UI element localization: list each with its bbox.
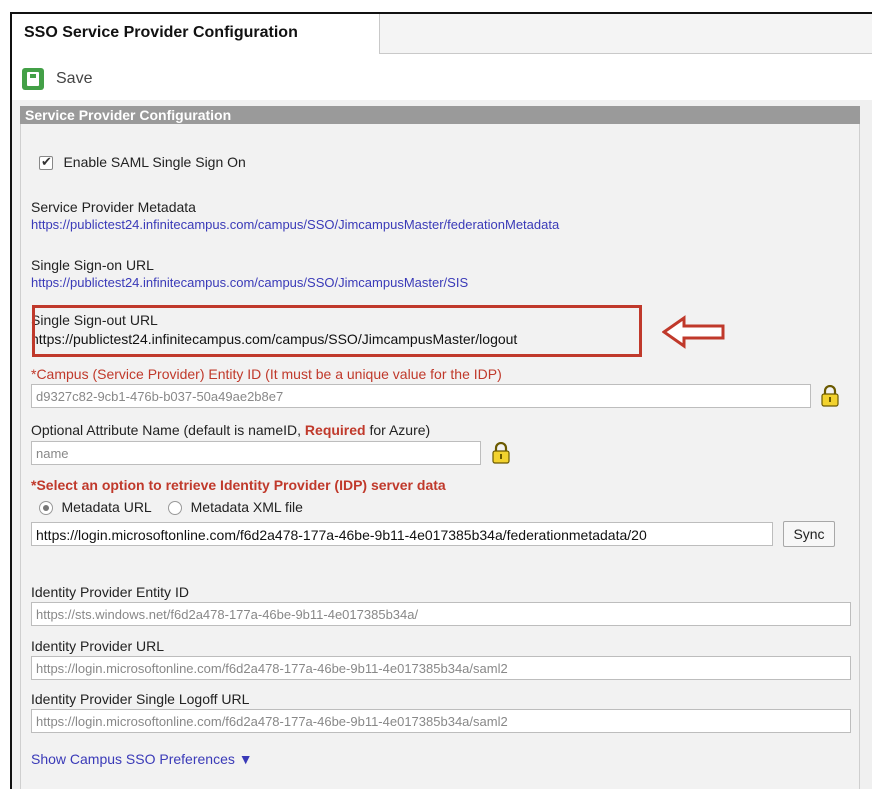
metadata-url-radio[interactable] bbox=[39, 500, 53, 515]
idp-url-field[interactable]: https://login.microsoftonline.com/f6d2a4… bbox=[31, 656, 851, 680]
idp-logoff-url-field[interactable]: https://login.microsoftonline.com/f6d2a4… bbox=[31, 709, 851, 733]
attr-name-field[interactable]: name bbox=[31, 441, 481, 465]
sync-button[interactable]: Sync bbox=[783, 521, 835, 547]
lock-icon bbox=[492, 442, 510, 464]
entity-id-field[interactable]: d9327c82-9cb1-476b-b037-50a49ae2b8e7 bbox=[31, 384, 811, 408]
attr-name-label-text: Optional Attribute Name (default is name… bbox=[31, 422, 305, 438]
sso-url-label: Single Sign-on URL bbox=[31, 257, 154, 273]
save-button[interactable]: Save bbox=[22, 66, 92, 92]
section-header: Service Provider Configuration bbox=[20, 106, 860, 124]
attr-name-label: Optional Attribute Name (default is name… bbox=[31, 422, 430, 438]
save-label: Save bbox=[56, 70, 93, 87]
enable-saml-checkbox[interactable] bbox=[39, 154, 53, 170]
tab-sso-service-provider-configuration[interactable]: SSO Service Provider Configuration bbox=[12, 14, 380, 54]
highlight-box bbox=[32, 305, 642, 357]
toolbar: Save bbox=[12, 54, 872, 100]
idp-logoff-url-label: Identity Provider Single Logoff URL bbox=[31, 691, 250, 707]
idp-entity-id-label: Identity Provider Entity ID bbox=[31, 584, 189, 600]
save-icon bbox=[22, 68, 44, 90]
idp-url-label: Identity Provider URL bbox=[31, 638, 165, 654]
idp-option-radios: Metadata URL Metadata XML file bbox=[39, 499, 303, 517]
sso-url-link[interactable]: https://publictest24.infinitecampus.com/… bbox=[31, 275, 468, 290]
metadata-xml-radio-label: Metadata XML file bbox=[190, 499, 303, 515]
sp-metadata-link[interactable]: https://publictest24.infinitecampus.com/… bbox=[31, 217, 559, 232]
entity-id-label: *Campus (Service Provider) Entity ID (It… bbox=[31, 366, 502, 382]
attr-name-label-suffix: for Azure) bbox=[365, 422, 431, 438]
config-panel: Enable SAML Single Sign On Service Provi… bbox=[20, 124, 860, 789]
tab-strip-empty bbox=[379, 14, 872, 54]
idp-entity-id-field[interactable]: https://sts.windows.net/f6d2a478-177a-46… bbox=[31, 602, 851, 626]
attr-name-required: Required bbox=[304, 422, 366, 438]
tab-strip: SSO Service Provider Configuration bbox=[12, 14, 872, 54]
left-arrow-icon bbox=[662, 315, 725, 349]
metadata-url-radio-label: Metadata URL bbox=[61, 499, 152, 515]
enable-saml-row: Enable SAML Single Sign On bbox=[39, 154, 246, 172]
lock-icon bbox=[821, 385, 839, 407]
sp-metadata-label: Service Provider Metadata bbox=[31, 199, 196, 215]
enable-saml-label: Enable SAML Single Sign On bbox=[63, 154, 246, 170]
window-frame: SSO Service Provider Configuration Save … bbox=[10, 12, 872, 789]
show-sso-preferences-link[interactable]: Show Campus SSO Preferences ▼ bbox=[31, 751, 253, 767]
idp-option-label: *Select an option to retrieve Identity P… bbox=[31, 477, 446, 493]
metadata-url-field[interactable]: https://login.microsoftonline.com/f6d2a4… bbox=[31, 522, 773, 546]
metadata-xml-radio[interactable] bbox=[168, 500, 183, 515]
